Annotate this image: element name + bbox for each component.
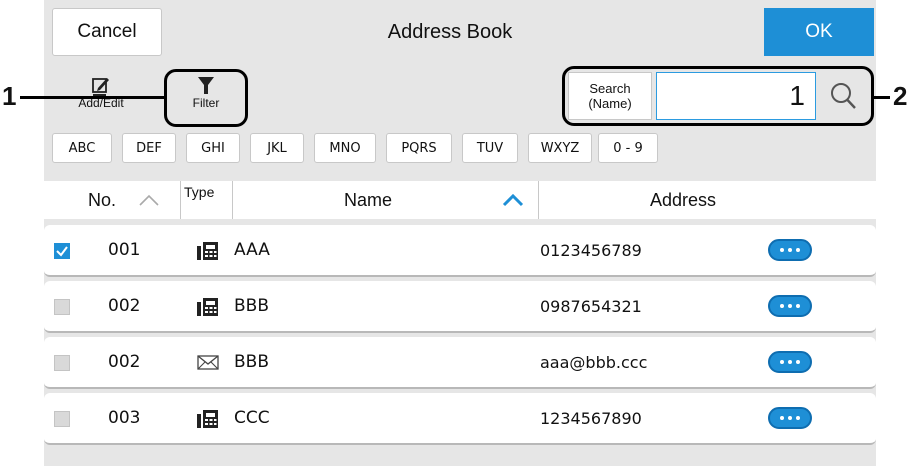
- tab-pqrs[interactable]: PQRS: [386, 133, 452, 163]
- row-number: 002: [108, 352, 141, 372]
- edit-icon: [92, 78, 109, 96]
- column-divider: [538, 181, 539, 219]
- row-checkbox[interactable]: [54, 411, 70, 427]
- checkmark-icon: [56, 246, 68, 257]
- column-address-label: Address: [650, 189, 717, 210]
- table-row[interactable]: 002 BBB aaa@bbb.ccc: [44, 337, 876, 389]
- table-header: No. Type Name Address: [44, 181, 876, 219]
- ok-button[interactable]: OK: [764, 8, 874, 56]
- row-name: BBB: [234, 296, 269, 316]
- sort-up-inactive-icon: [139, 194, 159, 206]
- callout-line-1: [20, 96, 164, 99]
- add-edit-button[interactable]: Add/Edit: [70, 72, 132, 110]
- tab-abc[interactable]: ABC: [52, 133, 112, 163]
- row-name: BBB: [234, 352, 269, 372]
- table-row[interactable]: 002 BBB 0987654321: [44, 281, 876, 333]
- column-type-label: Type: [184, 184, 215, 200]
- details-button[interactable]: [768, 351, 812, 373]
- row-number: 002: [108, 296, 141, 316]
- callout-box-1: [164, 69, 248, 127]
- fax-icon: [196, 281, 220, 331]
- row-name: AAA: [234, 240, 270, 260]
- callout-line-2: [874, 96, 890, 99]
- row-address: aaa@bbb.ccc: [540, 352, 648, 372]
- column-type[interactable]: Type: [184, 177, 214, 207]
- tab-mno[interactable]: MNO: [314, 133, 376, 163]
- callout-number-2: 2: [893, 81, 908, 111]
- row-name: CCC: [234, 408, 270, 428]
- callout-number-1: 1: [2, 81, 17, 111]
- column-divider: [180, 181, 181, 219]
- fax-icon: [196, 393, 220, 443]
- row-number: 003: [108, 408, 141, 428]
- page-title: Address Book: [387, 20, 513, 43]
- row-checkbox[interactable]: [54, 355, 70, 371]
- sort-up-active-icon: [502, 193, 524, 207]
- tab-jkl[interactable]: JKL: [250, 133, 304, 163]
- cancel-button[interactable]: Cancel: [52, 8, 162, 56]
- column-address[interactable]: Address: [650, 181, 716, 219]
- tab-0-9[interactable]: 0 - 9: [598, 133, 658, 163]
- tab-tuv[interactable]: TUV: [462, 133, 518, 163]
- row-number: 001: [108, 240, 141, 260]
- row-address: 1234567890: [540, 408, 642, 428]
- column-divider: [232, 181, 233, 219]
- row-address: 0123456789: [540, 240, 642, 260]
- sort-name-button[interactable]: [502, 181, 524, 219]
- tab-ghi[interactable]: GHI: [186, 133, 240, 163]
- callout-box-2: [562, 66, 874, 126]
- email-icon: [196, 337, 220, 387]
- row-checkbox[interactable]: [54, 243, 70, 259]
- details-button[interactable]: [768, 295, 812, 317]
- details-button[interactable]: [768, 407, 812, 429]
- column-name-label: Name: [344, 189, 393, 210]
- column-name[interactable]: Name: [344, 181, 392, 219]
- column-no[interactable]: No.: [88, 181, 160, 219]
- table-row[interactable]: 001 AAA 0123456789: [44, 225, 876, 277]
- row-address: 0987654321: [540, 296, 642, 316]
- column-no-label: No.: [88, 189, 117, 210]
- tab-wxyz[interactable]: WXYZ: [528, 133, 592, 163]
- table-row[interactable]: 003 CCC 1234567890: [44, 393, 876, 445]
- details-button[interactable]: [768, 239, 812, 261]
- tab-def[interactable]: DEF: [122, 133, 176, 163]
- row-checkbox[interactable]: [54, 299, 70, 315]
- fax-icon: [196, 225, 220, 275]
